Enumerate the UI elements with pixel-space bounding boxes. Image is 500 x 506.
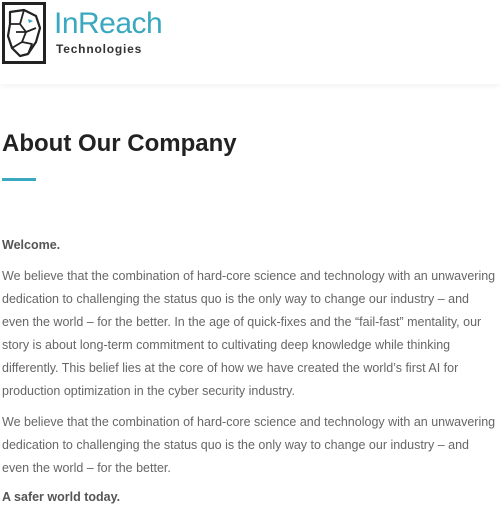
logo-name: InReach [54,7,163,40]
logo-subtitle: Technologies [56,42,143,56]
title-underline [2,178,36,181]
about-paragraph-1: We believe that the combination of hard-… [2,269,496,398]
about-content: Welcome. We believe that the combination… [2,236,496,506]
welcome-heading: Welcome. [2,238,61,252]
site-header: InReach Technologies [0,0,500,84]
lion-head-icon [2,2,46,64]
tagline: A safer world today. [2,490,121,504]
about-paragraph-2: We believe that the combination of hard-… [2,415,496,475]
page-title: About Our Company [2,130,237,157]
